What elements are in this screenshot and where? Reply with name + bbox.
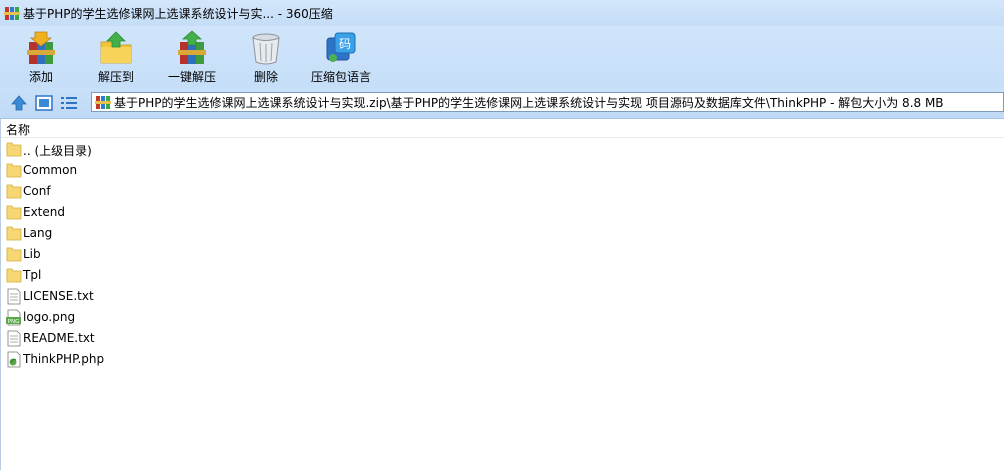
png-image-icon: PNG <box>6 309 21 326</box>
extract-to-button[interactable]: 解压到 <box>94 26 138 88</box>
list-item-conf[interactable]: Conf <box>0 181 300 202</box>
text-file-icon <box>7 330 21 347</box>
item-name: Common <box>23 163 78 177</box>
list-item-parent-dir[interactable]: .. (上级目录) <box>0 139 300 160</box>
folder-icon <box>6 142 22 157</box>
delete-label: 删除 <box>253 70 278 84</box>
list-item-common[interactable]: Common <box>0 160 300 181</box>
folder-icon <box>6 163 22 178</box>
list-item-license[interactable]: LICENSE.txt <box>0 286 300 307</box>
item-name: logo.png <box>23 310 76 324</box>
item-name: Lang <box>23 226 53 240</box>
list-item-extend[interactable]: Extend <box>0 202 300 223</box>
item-name: .. (上级目录) <box>23 144 92 158</box>
item-name: Lib <box>23 247 41 261</box>
address-row: 基于PHP的学生选修课网上选课系统设计与实现.zip\基于PHP的学生选修课网上… <box>0 88 1004 119</box>
folder-icon <box>6 226 22 241</box>
column-name-header[interactable]: 名称 <box>6 121 30 138</box>
list-item-tpl[interactable]: Tpl <box>0 265 300 286</box>
archive-language-label: 压缩包语言 <box>310 70 371 84</box>
archive-window: 基于PHP的学生选修课网上选课系统设计与实... - 360压缩 添加 解压到 <box>0 0 1004 470</box>
add-label: 添加 <box>28 70 53 84</box>
folder-icon <box>6 205 22 220</box>
winrar-app-icon <box>4 7 20 20</box>
add-archive-icon <box>27 31 55 64</box>
php-file-icon <box>7 351 21 368</box>
list-item-lang[interactable]: Lang <box>0 223 300 244</box>
text-file-icon <box>7 288 21 305</box>
list-view-icon[interactable] <box>60 94 78 112</box>
up-arrow-icon[interactable] <box>10 94 28 112</box>
list-item-thinkphp[interactable]: ThinkPHP.php <box>0 349 300 370</box>
folder-icon <box>6 247 22 262</box>
toolbar: 添加 解压到 一键解压 删除 码 压缩包语言 <box>0 26 1004 88</box>
column-header[interactable]: 名称 <box>0 119 1004 138</box>
large-icon-view-icon[interactable] <box>35 94 53 112</box>
svg-text:PNG: PNG <box>8 319 20 325</box>
archive-icon <box>95 96 111 109</box>
delete-button[interactable]: 删除 <box>248 26 284 88</box>
item-name: README.txt <box>23 331 95 345</box>
window-left-border <box>0 119 1 470</box>
address-bar[interactable]: 基于PHP的学生选修课网上选课系统设计与实现.zip\基于PHP的学生选修课网上… <box>91 92 1004 112</box>
item-name: Conf <box>23 184 51 198</box>
add-button[interactable]: 添加 <box>22 26 60 88</box>
list-item-readme[interactable]: README.txt <box>0 328 300 349</box>
title-bar: 基于PHP的学生选修课网上选课系统设计与实... - 360压缩 <box>0 0 1004 26</box>
delete-trash-icon <box>252 33 280 65</box>
window-title: 基于PHP的学生选修课网上选课系统设计与实... - 360压缩 <box>23 6 333 21</box>
list-item-lib[interactable]: Lib <box>0 244 300 265</box>
language-glyph: 码 <box>339 37 351 51</box>
address-path: 基于PHP的学生选修课网上选课系统设计与实现.zip\基于PHP的学生选修课网上… <box>114 95 944 110</box>
item-name: ThinkPHP.php <box>23 352 105 366</box>
one-click-extract-button[interactable]: 一键解压 <box>163 26 221 88</box>
extract-to-label: 解压到 <box>97 70 134 84</box>
folder-icon <box>6 184 22 199</box>
one-click-extract-label: 一键解压 <box>167 70 216 84</box>
folder-icon <box>6 268 22 283</box>
one-click-extract-icon <box>178 30 206 64</box>
archive-language-button[interactable]: 码 压缩包语言 <box>310 26 372 88</box>
list-item-logo[interactable]: PNG logo.png <box>0 307 300 328</box>
extract-to-icon <box>100 31 132 64</box>
archive-language-icon: 码 <box>326 32 356 62</box>
item-name: Extend <box>23 205 65 219</box>
item-name: Tpl <box>23 268 42 282</box>
item-name: LICENSE.txt <box>23 289 94 303</box>
